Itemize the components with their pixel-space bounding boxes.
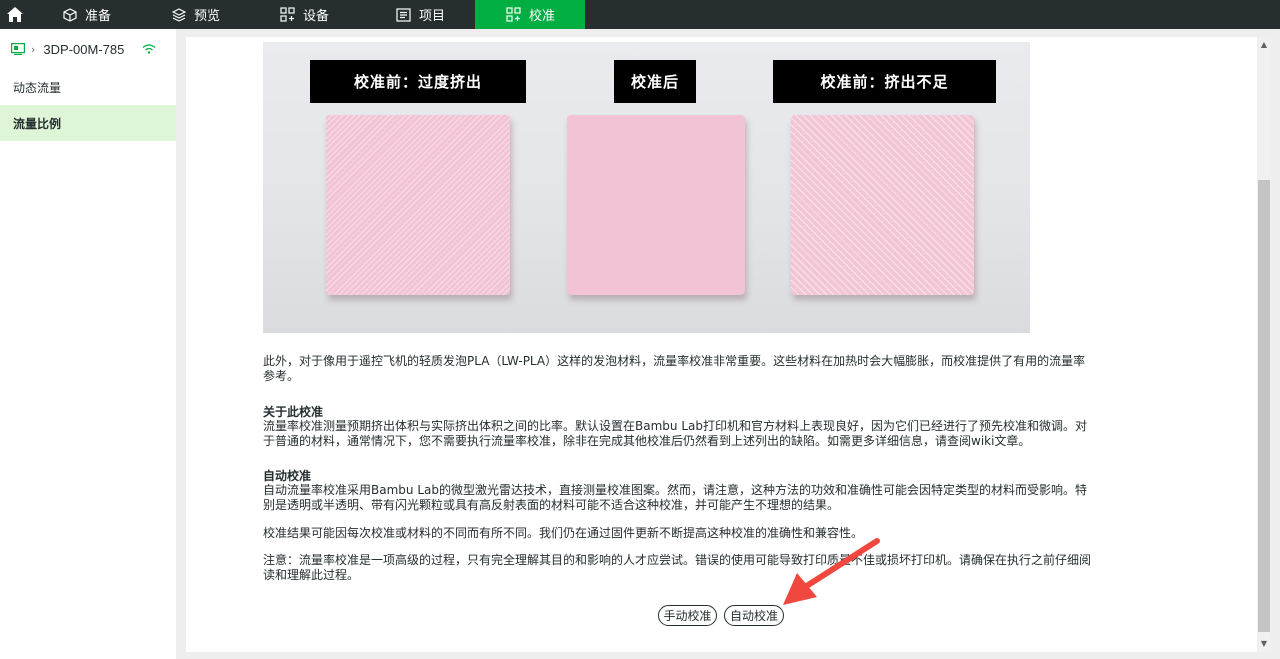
chevron-right-icon: › [31,42,36,56]
photo-label-after: 校准后 [614,60,696,103]
device-icon [280,7,295,22]
sidebar-item-label: 流量比例 [13,116,62,131]
annotation-arrow-icon [783,538,880,605]
scrollbar-thumb[interactable] [1258,180,1270,632]
calibration-comparison-photo: 校准前：过度挤出 校准后 校准前：挤出不足 [263,42,1030,333]
tab-device[interactable]: 设备 [247,0,359,29]
tab-calibration[interactable]: 校准 [475,0,585,29]
scroll-down-icon[interactable]: ▼ [1257,636,1271,650]
intro-paragraph: 此外，对于像用于遥控飞机的轻质发泡PLA（LW-PLA）这样的发泡材料，流量率校… [263,354,1086,383]
vertical-scrollbar[interactable]: ▲ ▼ [1257,37,1271,652]
scroll-up-icon[interactable]: ▲ [1257,37,1271,51]
content-panel: 校准前：过度挤出 校准后 校准前：挤出不足 此外，对于像用于遥控飞机的轻质发泡P… [186,37,1257,652]
home-icon [6,7,23,22]
about-title: 关于此校准 [263,405,1095,420]
calibration-icon [506,7,521,22]
layers-icon [172,7,186,22]
tab-calibration-label: 校准 [529,9,556,24]
home-button[interactable] [0,0,29,29]
sidebar-item-flow-rate[interactable]: 流量比例 [0,105,176,141]
sample-after [567,115,745,295]
tab-project-label: 项目 [419,9,446,24]
cube-icon [63,7,77,22]
wifi-icon [142,44,156,54]
tab-project[interactable]: 项目 [359,0,475,29]
tab-preview[interactable]: 预览 [139,0,247,29]
about-title-text: 关于此校准 [263,405,324,419]
photo-label-over-extrusion: 校准前：过度挤出 [310,60,526,103]
sidebar-item-dynamic-flow[interactable]: 动态流量 [0,69,176,105]
device-name: 3DP-00M-785 [43,41,125,57]
auto-body: 自动流量率校准采用Bambu Lab的微型激光雷达技术，直接测量校准图案。然而，… [263,483,1087,512]
device-selector[interactable]: › 3DP-00M-785 [0,29,176,69]
about-body: 流量率校准测量预期挤出体积与实际挤出体积之间的比率。默认设置在Bambu Lab… [263,419,1087,448]
list-icon [396,7,411,22]
tab-device-label: 设备 [303,9,330,24]
sample-under-extrusion [791,115,974,295]
warning-note: 注意：流量率校准是一项高级的过程，只有完全理解其目的和影响的人才应尝试。错误的使… [263,553,1092,582]
result-note: 校准结果可能因每次校准或材料的不同而有所不同。我们仍在通过固件更新不断提高这种校… [263,526,864,540]
top-nav-bar: 准备 预览 设备 项目 校准 [0,0,1280,29]
auto-title: 自动校准 [263,469,1095,484]
tab-prepare-label: 准备 [85,9,112,24]
sample-over-extrusion [326,115,510,295]
manual-calibration-button[interactable]: 手动校准 [658,605,717,626]
sidebar: › 3DP-00M-785 动态流量 流量比例 [0,29,176,659]
sidebar-item-label: 动态流量 [13,80,62,95]
tab-preview-label: 预览 [194,9,221,24]
auto-title-text: 自动校准 [263,469,312,483]
tab-prepare[interactable]: 准备 [29,0,139,29]
photo-label-under-extrusion: 校准前：挤出不足 [773,60,996,103]
printer-icon [11,43,25,55]
